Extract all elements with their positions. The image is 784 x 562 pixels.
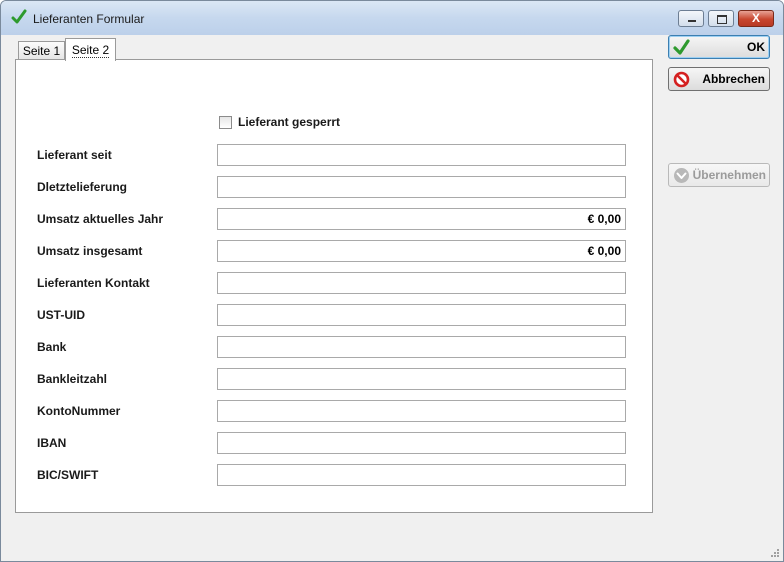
kontonummer-label: KontoNummer xyxy=(37,404,121,418)
bic-swift-label: BIC/SWIFT xyxy=(37,468,99,482)
iban-label: IBAN xyxy=(37,436,67,450)
ust-uid-field[interactable] xyxy=(217,304,626,326)
window-title: Lieferanten Formular xyxy=(33,12,145,26)
no-entry-icon xyxy=(673,71,690,88)
bankleitzahl-label: Bankleitzahl xyxy=(37,372,108,386)
ust-uid-label: UST-UID xyxy=(37,308,85,322)
title-bar[interactable]: Lieferanten Formular X xyxy=(1,1,783,35)
umsatz-insgesamt-field[interactable]: € 0,00 xyxy=(217,240,626,262)
lieferant-seit-field[interactable] xyxy=(217,144,626,166)
minimize-icon xyxy=(688,20,696,22)
close-icon: X xyxy=(751,11,760,25)
minimize-button[interactable] xyxy=(678,10,704,27)
dletztelieferung-field[interactable] xyxy=(217,176,626,198)
maximize-icon xyxy=(717,15,727,24)
ok-label: OK xyxy=(747,40,765,54)
apply-button[interactable]: Übernehmen xyxy=(668,163,770,187)
tab-label: Seite 1 xyxy=(22,44,61,58)
lieferanten-kontakt-label: Lieferanten Kontakt xyxy=(37,276,150,290)
tab-label: Seite 2 xyxy=(71,43,110,58)
tab-seite-2[interactable]: Seite 2 xyxy=(65,38,116,61)
bankleitzahl-field[interactable] xyxy=(217,368,626,390)
arrow-down-icon xyxy=(674,168,689,183)
kontonummer-field[interactable] xyxy=(217,400,626,422)
umsatz-aktuelles-jahr-field[interactable]: € 0,00 xyxy=(217,208,626,230)
cancel-button[interactable]: Abbrechen xyxy=(668,67,770,91)
lieferant-gesperrt-checkbox[interactable] xyxy=(219,116,232,129)
lieferant-seit-label: Lieferant seit xyxy=(37,148,112,162)
maximize-button[interactable] xyxy=(708,10,734,27)
cancel-label: Abbrechen xyxy=(702,72,765,86)
iban-field[interactable] xyxy=(217,432,626,454)
apply-label: Übernehmen xyxy=(692,168,766,182)
dletztelieferung-label: Dletztelieferung xyxy=(37,180,128,194)
lieferanten-kontakt-field[interactable] xyxy=(217,272,626,294)
window: Lieferanten Formular X Seite 1 Seite 2 L… xyxy=(0,0,784,562)
bank-label: Bank xyxy=(37,340,67,354)
umsatz-aktuelles-jahr-label: Umsatz aktuelles Jahr xyxy=(37,212,164,226)
checkmark-icon xyxy=(673,39,690,55)
lieferant-gesperrt-label[interactable]: Lieferant gesperrt xyxy=(238,115,340,129)
tab-seite-1[interactable]: Seite 1 xyxy=(18,41,65,60)
umsatz-insgesamt-label: Umsatz insgesamt xyxy=(37,244,143,258)
ok-button[interactable]: OK xyxy=(668,35,770,59)
bic-swift-field[interactable] xyxy=(217,464,626,486)
checkmark-icon xyxy=(11,9,27,24)
resize-grip-icon[interactable] xyxy=(770,548,780,558)
bank-field[interactable] xyxy=(217,336,626,358)
close-button[interactable]: X xyxy=(738,10,774,27)
